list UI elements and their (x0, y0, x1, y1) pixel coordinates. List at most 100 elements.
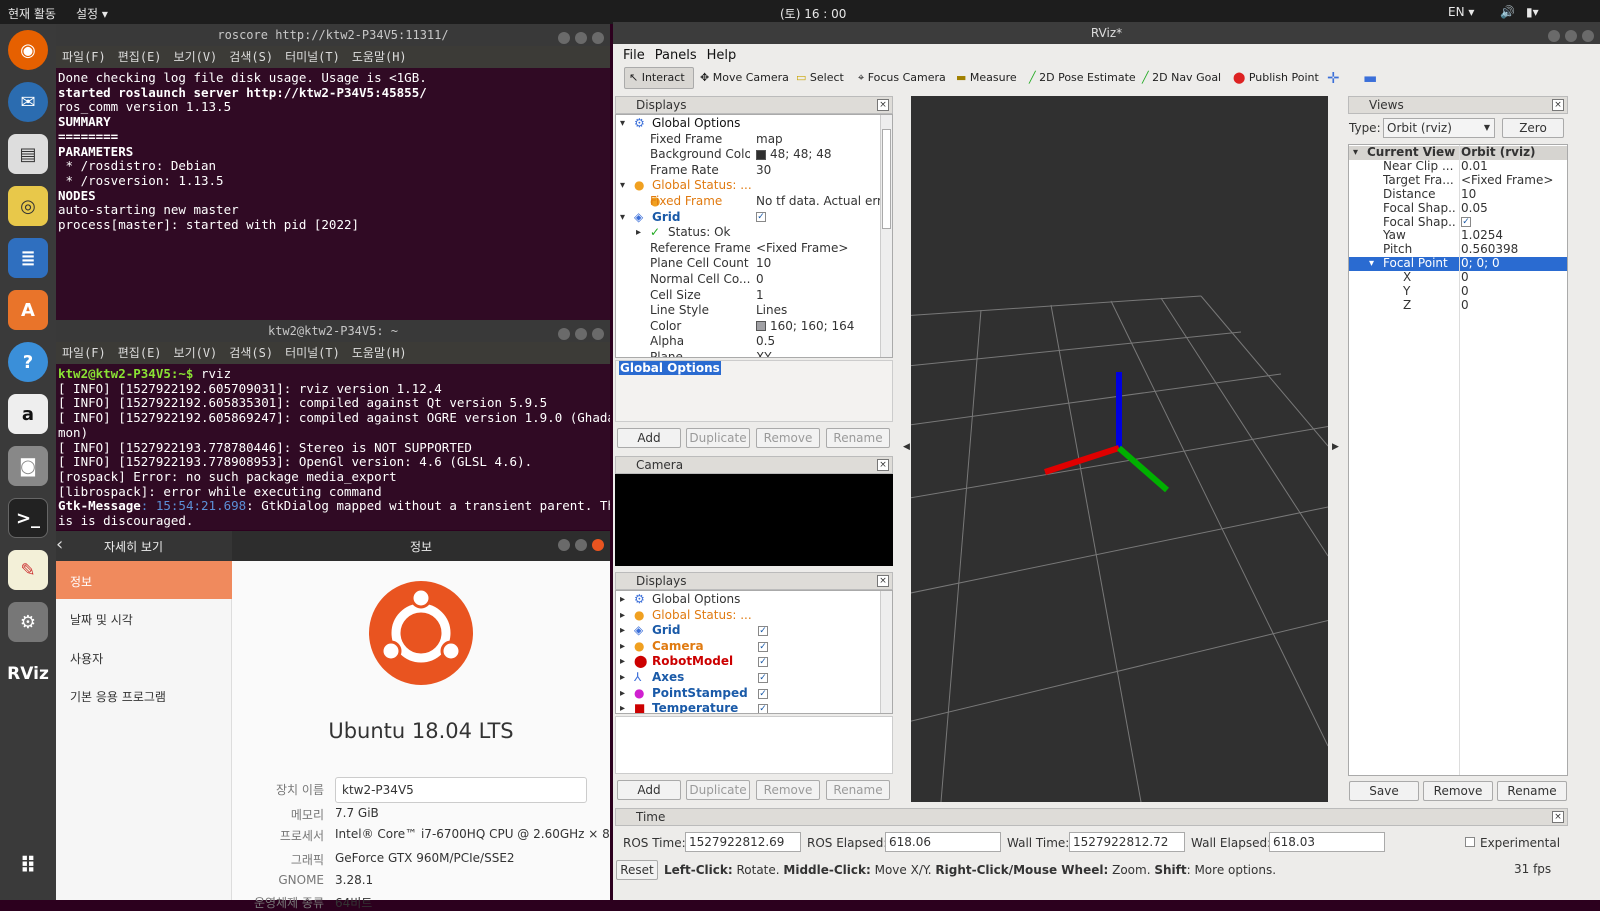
views-tree[interactable]: ▾ Current View Orbit (rviz) Near Clip ... 0.… (1348, 144, 1568, 776)
expand-arrow-icon[interactable]: ▸ (620, 654, 625, 670)
enabled-checkbox[interactable]: ✓ (758, 688, 768, 699)
displays-tree[interactable]: ▸ ⚙ Global Options ▸ ● Global Status: ... ▸ ◈ Gr… (615, 590, 893, 714)
terminal-window-rviz[interactable]: ktw2@ktw2-P34V5: ~ 파일(F) 편집(E) 보기(V) 검색(S) 터… (56, 320, 610, 530)
thunderbird-icon[interactable]: ✉ (8, 82, 48, 122)
property-row[interactable]: Fixed Frame map (616, 132, 880, 148)
terminal-menu-item[interactable]: 파일(F) (62, 50, 106, 64)
expand-arrow-icon[interactable]: ▸ (620, 592, 625, 608)
property-value[interactable]: <Fixed Frame> (756, 241, 882, 257)
view-property-value[interactable]: 0.05 (1461, 201, 1488, 216)
remove-view-button[interactable]: Remove (1423, 781, 1493, 801)
enabled-checkbox[interactable]: ✓ (756, 212, 766, 223)
files-icon[interactable]: ▤ (8, 134, 48, 174)
help-icon[interactable]: ? (8, 342, 48, 382)
sidebar-item-date-time[interactable]: 날짜 및 시각 (70, 611, 133, 628)
remove-tool-icon[interactable]: ▬ (1363, 67, 1377, 89)
move-camera-tool[interactable]: ✥ Move Camera (700, 67, 789, 89)
views-panel-header[interactable]: Views × (1348, 96, 1568, 114)
minimize-button[interactable] (558, 328, 570, 340)
display-row[interactable]: ▸ ⚙ Global Options (616, 592, 880, 608)
view-type-select[interactable]: Orbit (rviz) ▼ (1383, 118, 1495, 138)
remove-button[interactable]: Remove (756, 780, 820, 800)
property-value[interactable]: Lines (756, 303, 882, 319)
view-property-row[interactable]: X0 (1349, 270, 1567, 285)
view-property-row[interactable]: Pitch 0.560398 (1349, 242, 1567, 257)
display-row[interactable]: ▸ ● PointStamped ✓ (616, 686, 880, 702)
measure-tool[interactable]: ▬ Measure (956, 67, 1017, 89)
enabled-checkbox[interactable]: ✓ (1461, 217, 1471, 227)
display-row[interactable]: ▸ ● Camera ✓ (616, 639, 880, 655)
property-row[interactable]: Cell Size 1 (616, 288, 880, 304)
collapse-left-arrow-icon[interactable]: ◀ (903, 442, 910, 452)
expand-arrow-icon[interactable]: ▸ (620, 686, 625, 702)
close-button[interactable] (592, 32, 604, 44)
property-value[interactable]: 0 (756, 272, 882, 288)
enabled-checkbox[interactable]: ✓ (758, 673, 768, 683)
clock[interactable]: (토) 16 : 00 (780, 5, 846, 22)
scrollbar[interactable] (880, 591, 892, 713)
menu-file[interactable]: File (623, 48, 645, 63)
publish-point-tool[interactable]: ⬤ Publish Point (1233, 67, 1319, 89)
terminal-icon[interactable]: >_ (8, 498, 48, 538)
maximize-button[interactable] (575, 539, 587, 551)
zero-button[interactable]: Zero (1502, 118, 1564, 138)
3d-render-view[interactable] (911, 96, 1328, 802)
view-property-row[interactable]: Yaw 1.0254 (1349, 228, 1567, 243)
view-property-value[interactable]: 0.01 (1461, 159, 1488, 174)
property-row[interactable]: ▾ ● Global Status: ... (616, 178, 880, 194)
terminal-menu-item[interactable]: 검색(S) (229, 50, 273, 64)
amazon-icon[interactable]: a (8, 394, 48, 434)
property-value[interactable]: 30 (756, 163, 882, 179)
view-property-row[interactable]: Target Fra... <Fixed Frame> (1349, 173, 1567, 188)
view-property-value[interactable]: 0 (1461, 298, 1469, 313)
add-tool-icon[interactable]: ✛ (1327, 67, 1340, 89)
view-property-row[interactable]: Focal Shap... ✓ (1349, 216, 1567, 230)
text-editor-icon[interactable]: ✎ (8, 550, 48, 590)
maximize-button[interactable] (575, 32, 587, 44)
view-property-value[interactable]: <Fixed Frame> (1461, 173, 1553, 188)
display-row[interactable]: ▸ ◈ Grid ✓ (616, 623, 880, 639)
activities-button[interactable]: 현재 활동 (8, 5, 56, 22)
enabled-checkbox[interactable]: ✓ (758, 641, 768, 652)
display-row[interactable]: ▸ ■ Temperature ✓ (616, 701, 880, 713)
rename-button[interactable]: Rename (826, 780, 890, 800)
software-icon[interactable]: A (8, 290, 48, 330)
minimize-button[interactable] (1548, 30, 1560, 42)
expand-arrow-icon[interactable]: ▾ (1369, 257, 1374, 271)
maximize-button[interactable] (1565, 30, 1577, 42)
close-button[interactable] (592, 539, 604, 551)
view-property-value[interactable]: 1.0254 (1461, 228, 1503, 243)
wall-time-field[interactable]: 1527922812.72 (1069, 832, 1185, 852)
view-property-row[interactable]: Z0 (1349, 298, 1567, 313)
expand-arrow-icon[interactable]: ▾ (620, 210, 625, 226)
terminal-menu-item[interactable]: 터미널(T) (285, 50, 340, 64)
show-apps-icon[interactable]: ⠿ (8, 846, 48, 886)
close-panel-button[interactable]: × (1552, 99, 1564, 111)
rhythmbox-icon[interactable]: ◎ (8, 186, 48, 226)
view-property-value[interactable]: 10 (1461, 187, 1476, 202)
terminal-menu-item[interactable]: 파일(F) (62, 346, 106, 360)
property-value[interactable]: 1 (756, 288, 882, 304)
view-property-value[interactable]: 0.560398 (1461, 242, 1518, 257)
view-property-value[interactable]: Orbit (rviz) (1461, 145, 1536, 160)
property-value[interactable]: map (756, 132, 882, 148)
nav-goal-tool[interactable]: ╱ 2D Nav Goal (1142, 67, 1221, 89)
remove-button[interactable]: Remove (756, 428, 820, 448)
pose-estimate-tool[interactable]: ╱ 2D Pose Estimate (1029, 67, 1136, 89)
property-row[interactable]: ▾ ◈ Grid ✓ (616, 210, 880, 226)
focus-camera-tool[interactable]: ⌖ Focus Camera (858, 67, 946, 89)
view-property-value[interactable]: 0 (1461, 270, 1469, 285)
property-row[interactable]: Plane Cell Count 10 (616, 256, 880, 272)
display-row[interactable]: ▸ ⅄ Axes ✓ (616, 670, 880, 686)
display-row[interactable]: ▸ ● Global Status: ... (616, 608, 880, 624)
view-property-row[interactable]: Distance 10 (1349, 187, 1567, 202)
duplicate-button[interactable]: Duplicate (686, 780, 750, 800)
terminal-window-roscore[interactable]: roscore http://ktw2-P34V5:11311/ 파일(F) 편집… (56, 24, 610, 320)
rename-view-button[interactable]: Rename (1497, 781, 1567, 801)
time-panel-header[interactable]: Time × (615, 808, 1568, 826)
displays-panel-header[interactable]: Displays × (615, 572, 893, 590)
menu-panels[interactable]: Panels (655, 48, 697, 63)
property-value[interactable]: XY (756, 350, 882, 357)
displays-tree[interactable]: ▾ ⚙ Global Options Fixed Frame map Background… (615, 114, 893, 358)
close-button[interactable] (592, 328, 604, 340)
